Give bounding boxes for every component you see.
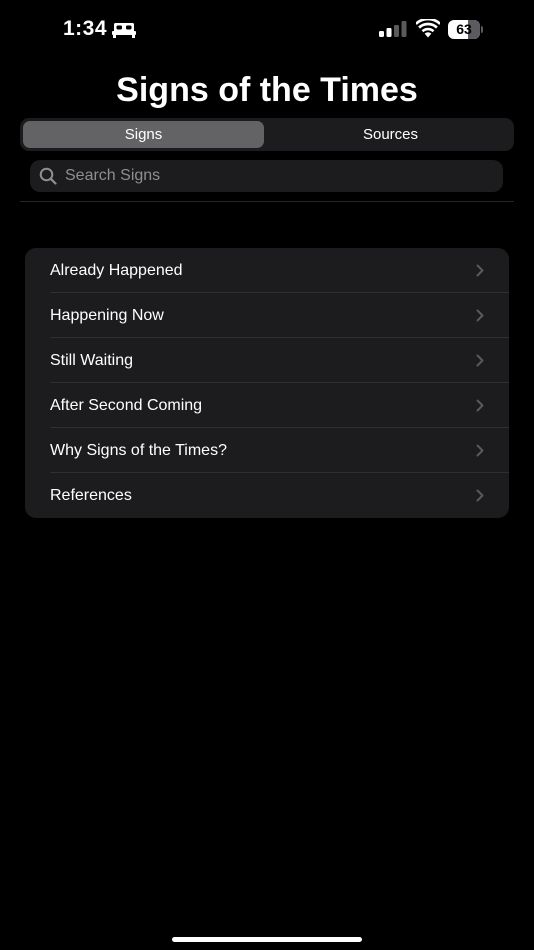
chevron-right-icon — [476, 489, 484, 502]
list-item-after-second-coming[interactable]: After Second Coming — [25, 383, 509, 428]
wifi-icon — [416, 19, 440, 38]
battery-level: 63 — [456, 21, 472, 37]
segmented-control: Signs Sources — [20, 118, 514, 151]
list-item-happening-now[interactable]: Happening Now — [25, 293, 509, 338]
segment-sources[interactable]: Sources — [270, 121, 511, 148]
battery-icon: 63 — [448, 20, 483, 39]
list-item-label: Still Waiting — [50, 352, 133, 369]
page-title: Signs of the Times — [116, 71, 418, 109]
list-item-references[interactable]: References — [25, 473, 509, 518]
home-indicator[interactable] — [172, 937, 362, 942]
list-item-label: Why Signs of the Times? — [50, 442, 227, 459]
list-item-label: Already Happened — [50, 262, 183, 279]
chevron-right-icon — [476, 399, 484, 412]
segment-signs[interactable]: Signs — [23, 121, 264, 148]
chevron-right-icon — [476, 444, 484, 457]
list-item-label: After Second Coming — [50, 397, 203, 414]
search-icon — [39, 167, 57, 185]
sleep-focus-icon — [112, 23, 136, 38]
header-divider — [20, 201, 514, 202]
status-bar: 1:34 63 — [0, 0, 534, 56]
cellular-signal-icon — [379, 21, 407, 37]
status-time: 1:34 — [63, 17, 108, 40]
list-item-why-signs[interactable]: Why Signs of the Times? — [25, 428, 509, 473]
search-input[interactable] — [65, 160, 495, 192]
list-item-label: Happening Now — [50, 307, 164, 324]
list-item-still-waiting[interactable]: Still Waiting — [25, 338, 509, 383]
chevron-right-icon — [476, 309, 484, 322]
chevron-right-icon — [476, 264, 484, 277]
chevron-right-icon — [476, 354, 484, 367]
search-bar[interactable] — [30, 160, 503, 192]
signs-list: Already Happened Happening Now Still Wai… — [25, 248, 509, 518]
list-item-already-happened[interactable]: Already Happened — [25, 248, 509, 293]
list-item-label: References — [50, 487, 132, 504]
